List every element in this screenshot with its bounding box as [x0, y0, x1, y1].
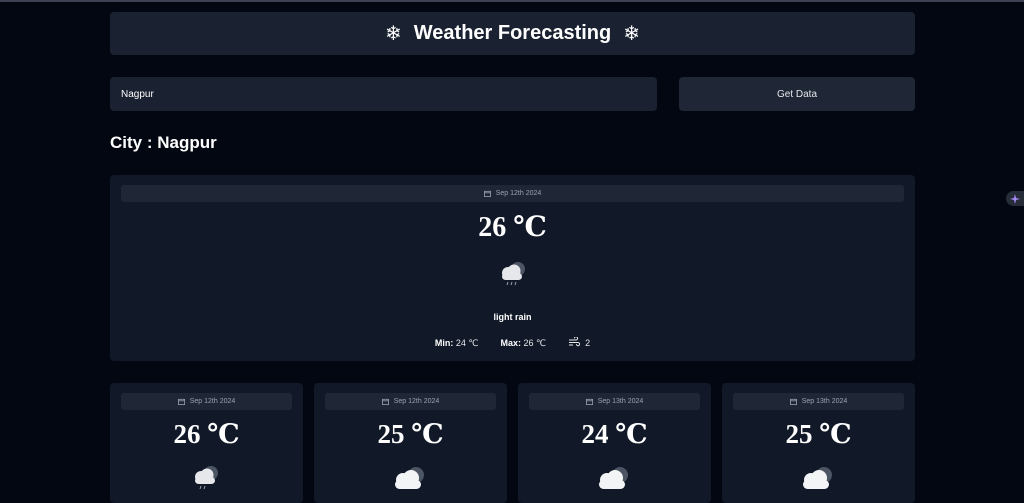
date-chip: Sep 12th 2024 [325, 393, 496, 410]
snowflake-icon: ❄ [385, 23, 402, 45]
date-chip: Sep 12th 2024 [121, 393, 292, 410]
date-text: Sep 13th 2024 [801, 398, 848, 405]
date-text: Sep 12th 2024 [189, 398, 236, 405]
date-text: Sep 12th 2024 [393, 398, 440, 405]
date-chip: Sep 13th 2024 [529, 393, 700, 410]
date-text: Sep 13th 2024 [597, 398, 644, 405]
date-chip: Sep 13th 2024 [733, 393, 904, 410]
forecast-card: Sep 12th 2024 26 ℃ [110, 383, 303, 503]
app-title: Weather Forecasting [413, 22, 612, 44]
calendar-icon [789, 398, 797, 405]
get-data-button[interactable]: Get Data [679, 77, 915, 111]
current-weather-card: Sep 12th 2024 26 ℃ light rain Min: 24 ℃ … [110, 175, 915, 361]
sparkle-icon [1010, 193, 1020, 204]
wind-icon [568, 336, 581, 349]
wind-speed: 2 [585, 338, 591, 348]
rain-cloud-icon [190, 463, 222, 498]
rain-cloud-icon [497, 259, 529, 294]
calendar-icon [381, 398, 389, 405]
forecast-temperature: 25 ℃ [377, 419, 444, 449]
weather-description: light rain [493, 312, 532, 322]
forecast-card: Sep 12th 2024 25 ℃ [314, 383, 507, 503]
forecast-card: Sep 13th 2024 25 ℃ [722, 383, 915, 503]
cloud-icon [390, 465, 430, 498]
cloud-icon [594, 465, 634, 498]
max-temp: 26 ℃ [523, 337, 547, 348]
window-top-border [0, 0, 1024, 2]
cloud-icon [798, 465, 838, 498]
weather-stats: Min: 24 ℃ Max: 26 ℃ 2 [110, 336, 915, 349]
calendar-icon [483, 190, 491, 197]
city-search-input[interactable] [110, 77, 657, 111]
app-header: ❄ Weather Forecasting ❄ [110, 12, 915, 55]
forecast-temperature: 26 ℃ [173, 419, 240, 449]
assistant-widget-button[interactable] [1006, 191, 1024, 206]
min-label: Min: [434, 338, 454, 348]
forecast-card: Sep 13th 2024 24 ℃ [518, 383, 711, 503]
max-label: Max: [500, 338, 521, 348]
city-heading: City : Nagpur [110, 133, 217, 152]
date-text: Sep 12th 2024 [495, 190, 542, 197]
calendar-icon [585, 398, 593, 405]
forecast-temperature: 25 ℃ [785, 419, 852, 449]
calendar-icon [177, 398, 185, 405]
min-temp: 24 ℃ [455, 337, 479, 348]
date-chip: Sep 12th 2024 [121, 185, 904, 202]
current-temperature: 26 ℃ [478, 212, 547, 243]
forecast-temperature: 24 ℃ [581, 419, 648, 449]
snowflake-icon: ❄ [623, 23, 640, 45]
